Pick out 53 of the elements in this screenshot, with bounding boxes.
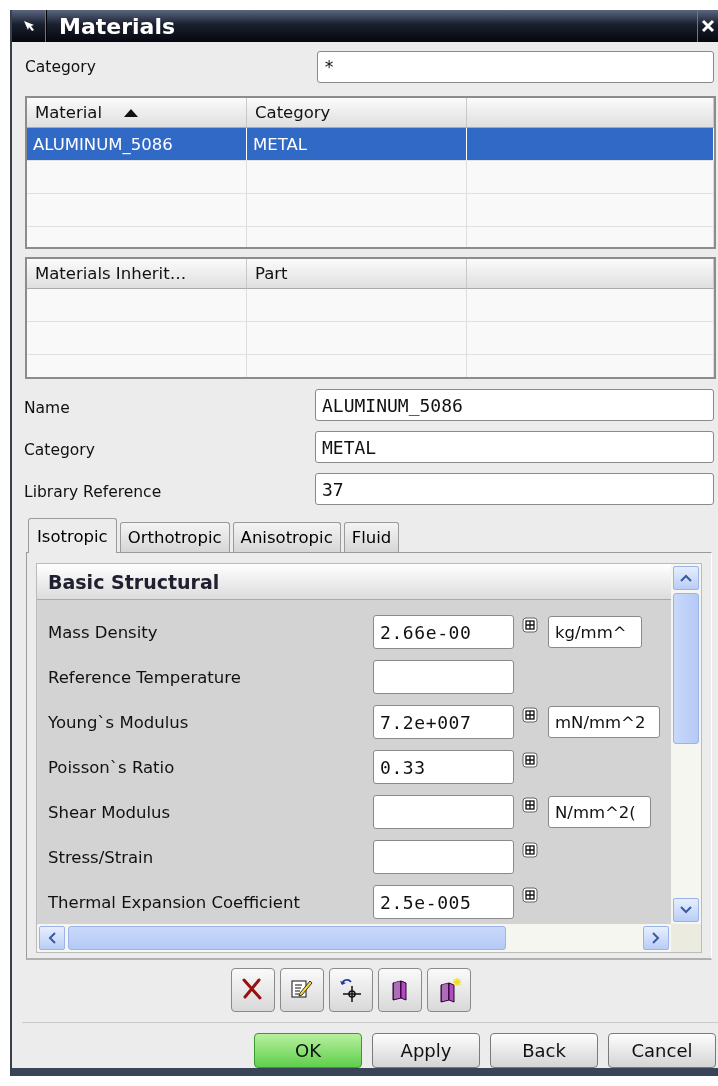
property-label: Shear Modulus [48, 802, 172, 822]
window-title: Materials [59, 13, 176, 39]
property-label: Thermal Expansion Coefficient [48, 892, 301, 912]
unit-dropdown[interactable]: mN/mm^2 [548, 706, 661, 738]
text-field[interactable]: 37 [315, 473, 714, 505]
close-icon[interactable] [701, 19, 715, 34]
dialog-button[interactable]: Cancel [608, 1033, 716, 1068]
property-label: Stress/Strain [48, 847, 155, 867]
table-cell: METAL [247, 128, 467, 162]
property-label: Young`s Modulus [48, 712, 190, 732]
value-field[interactable]: 2.5e-005 [373, 885, 514, 919]
edit-button[interactable] [280, 968, 324, 1012]
dialog-button[interactable]: Back [490, 1033, 598, 1068]
scroll-left-icon[interactable] [48, 932, 56, 944]
tab[interactable]: Orthotropic [119, 522, 230, 552]
text-field[interactable]: ALUMINUM_5086 [315, 389, 714, 421]
text-field[interactable]: METAL [315, 431, 714, 463]
scrollbar-corner [671, 924, 701, 952]
field-label: Name [24, 398, 71, 417]
column-header[interactable]: Materials Inherit… [27, 258, 247, 289]
category-filter-field[interactable]: * [317, 51, 714, 84]
unit-dropdown[interactable]: N/mm^2( [548, 796, 651, 828]
tab[interactable]: Anisotropic [232, 522, 341, 552]
value-field[interactable] [373, 840, 514, 874]
delete-button[interactable] [231, 968, 275, 1012]
vertical-scrollbar[interactable] [671, 564, 701, 924]
table-row[interactable]: ALUMINUM_5086 METAL [27, 128, 714, 162]
dialog-button[interactable]: OK [254, 1033, 362, 1068]
horizontal-scrollbar[interactable] [37, 924, 671, 952]
field-label: Library Reference [24, 482, 163, 501]
value-field[interactable] [373, 795, 514, 829]
unit-dropdown[interactable]: kg/mm^ [548, 616, 642, 648]
section-title: Basic Structural [48, 570, 220, 593]
value-field[interactable]: 7.2e+007 [373, 705, 514, 739]
value-field[interactable]: 2.66e-00 [373, 615, 514, 649]
books-button[interactable] [378, 968, 422, 1012]
crosshair-button[interactable] [329, 968, 373, 1012]
tab[interactable]: Fluid [343, 522, 400, 552]
property-label: Mass Density [48, 622, 159, 642]
scroll-up-icon[interactable] [680, 574, 692, 582]
dialog-button[interactable]: Apply [372, 1033, 480, 1068]
field-label: Category [24, 440, 96, 459]
table-cell: ALUMINUM_5086 [27, 128, 247, 162]
column-header[interactable]: Part [247, 258, 467, 289]
property-label: Reference Temperature [48, 667, 242, 687]
scroll-down-icon[interactable] [680, 906, 692, 914]
property-label: Poisson`s Ratio [48, 757, 176, 777]
scroll-right-icon[interactable] [652, 932, 660, 944]
tab[interactable]: Isotropic [28, 518, 117, 553]
category-label: Category [25, 58, 97, 77]
value-field[interactable]: 0.33 [373, 750, 514, 784]
value-field[interactable] [373, 660, 514, 694]
new-books-button[interactable] [427, 968, 471, 1012]
